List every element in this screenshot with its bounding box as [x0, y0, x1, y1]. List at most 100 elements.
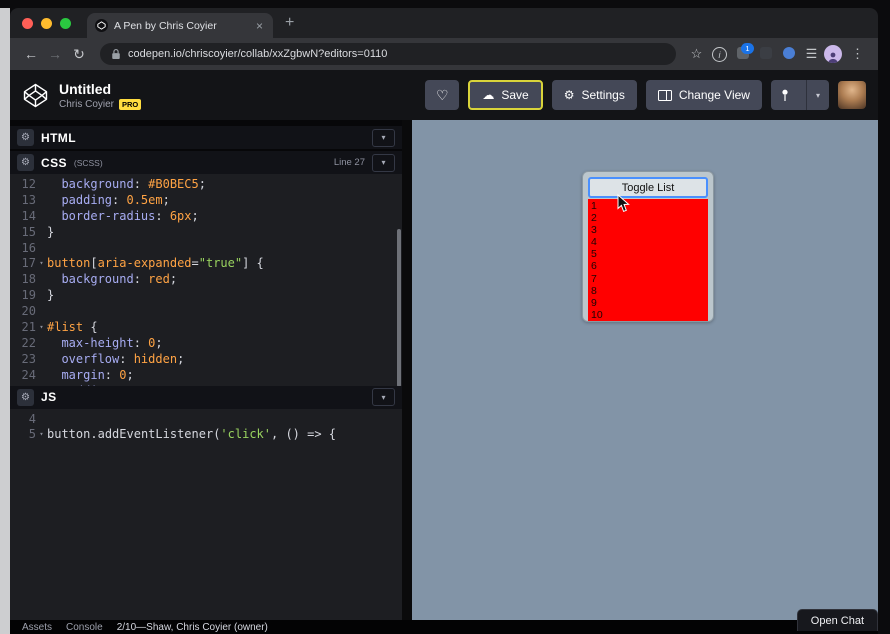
change-view-label: Change View [679, 88, 750, 102]
extension-badge: 1 [741, 43, 754, 54]
extension-icon-2[interactable] [755, 47, 776, 62]
editor-preview-divider[interactable] [402, 120, 412, 620]
list-item: 8 [591, 285, 708, 297]
pen-meta: Untitled Chris Coyier PRO [59, 81, 141, 110]
code-line[interactable]: 13 padding: 0.5em; [10, 193, 402, 209]
html-settings-gear-icon[interactable]: ⚙ [17, 129, 34, 146]
kebab-menu-icon[interactable]: ⋮ [847, 46, 868, 62]
code-line[interactable]: 23 overflow: hidden; [10, 352, 402, 368]
extension-icon-3[interactable] [778, 47, 799, 62]
js-panel-header[interactable]: ⚙ JS ▾ [10, 386, 402, 409]
code-line[interactable]: 22 max-height: 0; [10, 336, 402, 352]
mouse-cursor [617, 194, 630, 218]
list-item: 9 [591, 297, 708, 309]
header-actions: ♡ ☁ Save ⚙ Settings Change View ▾ [425, 80, 866, 110]
tab-title: A Pen by Chris Coyier [114, 20, 248, 32]
css-collapse-chevron-icon[interactable]: ▾ [372, 154, 395, 172]
code-line[interactable]: 16 [10, 241, 402, 257]
minimize-window-button[interactable] [41, 18, 52, 29]
browser-profile-avatar[interactable] [824, 45, 845, 63]
save-label: Save [501, 88, 528, 102]
pen-title[interactable]: Untitled [59, 81, 141, 97]
code-line[interactable]: 20 [10, 304, 402, 320]
code-line[interactable]: 25 padding: 0; [10, 384, 402, 386]
code-line[interactable]: 15} [10, 225, 402, 241]
settings-label: Settings [581, 88, 624, 102]
pin-icon[interactable] [771, 80, 799, 110]
layout-icon [658, 90, 672, 101]
extension-glyph [783, 47, 795, 59]
gear-icon: ⚙ [564, 88, 575, 102]
preview-card: Toggle List 12345678910 [582, 171, 714, 322]
code-line[interactable]: 24 margin: 0; [10, 368, 402, 384]
console-button[interactable]: Console [66, 622, 103, 633]
browser-tab[interactable]: A Pen by Chris Coyier × [87, 13, 273, 38]
change-view-button[interactable]: Change View [646, 80, 762, 110]
code-line[interactable]: 17▾button[aria-expanded="true"] { [10, 256, 402, 272]
bookmark-star-icon[interactable]: ☆ [686, 46, 707, 62]
code-line[interactable]: 18 background: red; [10, 272, 402, 288]
css-editor[interactable]: 12 background: #B0BEC5;13 padding: 0.5em… [10, 174, 402, 386]
js-settings-gear-icon[interactable]: ⚙ [17, 389, 34, 406]
js-panel-title: JS [41, 390, 56, 404]
css-settings-gear-icon[interactable]: ⚙ [17, 154, 34, 171]
code-line[interactable]: 19} [10, 288, 402, 304]
extension-icon-4[interactable]: ☰ [801, 46, 822, 62]
code-line[interactable]: 4 [10, 412, 402, 428]
code-line[interactable]: 21▾#list { [10, 320, 402, 336]
like-button[interactable]: ♡ [425, 80, 459, 110]
toggle-list-button[interactable]: Toggle List [588, 177, 708, 198]
html-panel-header[interactable]: ⚙ HTML ▾ [10, 126, 402, 149]
css-line-indicator: Line 27 [334, 157, 365, 168]
main-area: ⚙ HTML ▾ ⚙ CSS (SCSS) Line 27 ▾ 12 backg… [10, 120, 878, 620]
pin-button-group[interactable]: ▾ [771, 80, 829, 110]
pin-dropdown-chevron-icon[interactable]: ▾ [806, 80, 829, 110]
editor-column: ⚙ HTML ▾ ⚙ CSS (SCSS) Line 27 ▾ 12 backg… [10, 120, 402, 620]
extension-icon-1[interactable]: 1 [732, 47, 753, 62]
reload-icon[interactable]: ↻ [68, 46, 90, 63]
info-icon[interactable]: i [709, 46, 730, 63]
list-item: 2 [591, 212, 708, 224]
address-bar[interactable]: codepen.io/chriscoyier/collab/xxZgbwN?ed… [100, 43, 676, 65]
code-line[interactable]: 12 background: #B0BEC5; [10, 177, 402, 193]
list-item: 3 [591, 224, 708, 236]
extension-glyph [760, 47, 772, 59]
forward-icon[interactable]: → [44, 46, 66, 62]
css-editor-scrollbar[interactable] [397, 229, 401, 386]
save-button[interactable]: ☁ Save [468, 80, 542, 110]
zoom-window-button[interactable] [60, 18, 71, 29]
assets-button[interactable]: Assets [22, 622, 52, 633]
collab-status: 2/10—Shaw, Chris Coyier (owner) [117, 622, 268, 633]
pro-badge: PRO [119, 99, 141, 110]
close-window-button[interactable] [22, 18, 33, 29]
browser-toolbar: ← → ↻ codepen.io/chriscoyier/collab/xxZg… [10, 38, 878, 70]
lock-icon [111, 48, 121, 60]
css-panel-header[interactable]: ⚙ CSS (SCSS) Line 27 ▾ [10, 151, 402, 174]
toggle-list: 12345678910 [588, 199, 708, 321]
codepen-logo-icon [22, 82, 49, 109]
list-item: 4 [591, 236, 708, 248]
pen-author[interactable]: Chris Coyier [59, 99, 114, 110]
cloud-icon: ☁ [482, 88, 494, 102]
js-collapse-chevron-icon[interactable]: ▾ [372, 388, 395, 406]
js-code-lines: 45▾button.addEventListener('click', () =… [10, 412, 402, 444]
new-tab-button[interactable]: + [285, 14, 294, 32]
list-item: 7 [591, 273, 708, 285]
list-item: 5 [591, 248, 708, 260]
css-panel-title: CSS [41, 156, 67, 170]
preview-stage: Toggle List 12345678910 [412, 120, 878, 620]
css-preprocessor-label: (SCSS) [74, 158, 103, 168]
back-icon[interactable]: ← [20, 46, 42, 62]
open-chat-button[interactable]: Open Chat [797, 609, 878, 631]
user-avatar[interactable] [838, 81, 866, 109]
html-collapse-chevron-icon[interactable]: ▾ [372, 129, 395, 147]
css-code-lines: 12 background: #B0BEC5;13 padding: 0.5em… [10, 177, 402, 386]
url-text: codepen.io/chriscoyier/collab/xxZgbwN?ed… [128, 48, 387, 60]
screen: A Pen by Chris Coyier × + ← → ↻ codepen.… [0, 0, 890, 634]
settings-button[interactable]: ⚙ Settings [552, 80, 637, 110]
info-glyph: i [712, 47, 727, 62]
code-line[interactable]: 5▾button.addEventListener('click', () =>… [10, 427, 402, 443]
tab-close-icon[interactable]: × [254, 19, 265, 33]
code-line[interactable]: 14 border-radius: 6px; [10, 209, 402, 225]
js-editor[interactable]: 45▾button.addEventListener('click', () =… [10, 409, 402, 621]
